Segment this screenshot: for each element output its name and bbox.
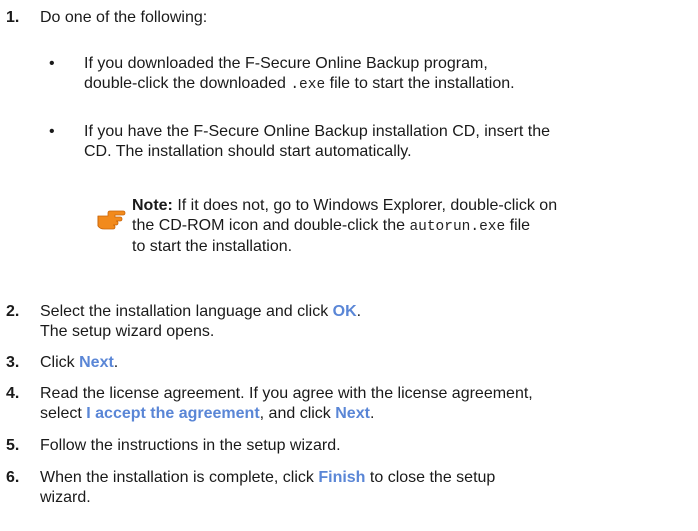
note-block: Note: If it does not, go to Windows Expl… bbox=[132, 196, 698, 257]
text-run: Select the installation language and cli… bbox=[40, 303, 333, 320]
step-number: 3. bbox=[6, 354, 20, 371]
pointing-hand-icon bbox=[97, 210, 126, 230]
ui-accept: I accept the agreement bbox=[86, 405, 260, 422]
text-run: double-click the downloaded bbox=[84, 75, 291, 92]
bullet-line: If you downloaded the F-Secure Online Ba… bbox=[84, 55, 488, 72]
step-number: 4. bbox=[6, 385, 20, 402]
step-number: 1. bbox=[6, 9, 20, 26]
bullet-line: double-click the downloaded .exe file to… bbox=[84, 74, 698, 95]
bullet-mark: • bbox=[49, 123, 55, 140]
text-run: the CD-ROM icon and double-click the bbox=[132, 217, 410, 234]
step-line: Read the license agreement. If you agree… bbox=[40, 385, 533, 402]
ui-next: Next bbox=[79, 354, 114, 371]
text-run: If it does not, go to Windows Explorer, … bbox=[172, 197, 558, 214]
note-label: Note: bbox=[132, 197, 173, 214]
text-run: . bbox=[113, 354, 119, 371]
text-run: file to start the installation. bbox=[325, 75, 515, 92]
bullet-text: If you downloaded the F-Secure Online Ba… bbox=[84, 54, 698, 95]
text-run: . bbox=[356, 303, 362, 320]
ui-next: Next bbox=[335, 405, 370, 422]
code-autorun: autorun.exe bbox=[409, 219, 506, 235]
code-exe: .exe bbox=[290, 77, 326, 93]
step-text: When the installation is complete, click… bbox=[40, 468, 698, 508]
step-number: 2. bbox=[6, 303, 20, 320]
text-run: file bbox=[505, 217, 531, 234]
step-line: wizard. bbox=[40, 489, 91, 506]
ui-ok: OK bbox=[332, 303, 357, 320]
step-text: Do one of the following: bbox=[40, 9, 208, 26]
step-line: The setup wizard opens. bbox=[40, 323, 215, 340]
text-run: . bbox=[369, 405, 375, 422]
step-text: Select the installation language and cli… bbox=[40, 302, 698, 342]
text-run: Click bbox=[40, 354, 80, 371]
text-run: to close the setup bbox=[365, 469, 496, 486]
bullet-line: If you have the F-Secure Online Backup i… bbox=[84, 123, 551, 140]
step-text: Follow the instructions in the setup wiz… bbox=[40, 437, 341, 454]
text-run: When the installation is complete, click bbox=[40, 469, 319, 486]
ui-finish: Finish bbox=[318, 469, 366, 486]
step-number: 5. bbox=[6, 437, 20, 454]
step-text: Click Next. bbox=[40, 353, 698, 373]
step-line: Select the installation language and cli… bbox=[40, 302, 698, 322]
bullet-line: CD. The installation should start automa… bbox=[84, 143, 412, 160]
step-number: 6. bbox=[6, 469, 20, 486]
text-run: select bbox=[40, 405, 87, 422]
bullet-mark: • bbox=[49, 55, 55, 72]
step-line: When the installation is complete, click… bbox=[40, 468, 698, 488]
note-line: the CD-ROM icon and double-click the aut… bbox=[132, 216, 698, 237]
note-line: Note: If it does not, go to Windows Expl… bbox=[132, 196, 698, 216]
step-text: Read the license agreement. If you agree… bbox=[40, 384, 698, 424]
step-line: select I accept the agreement, and click… bbox=[40, 404, 698, 424]
bullet-text: If you have the F-Secure Online Backup i… bbox=[84, 122, 698, 162]
note-line: to start the installation. bbox=[132, 238, 293, 255]
text-run: , and click bbox=[259, 405, 336, 422]
